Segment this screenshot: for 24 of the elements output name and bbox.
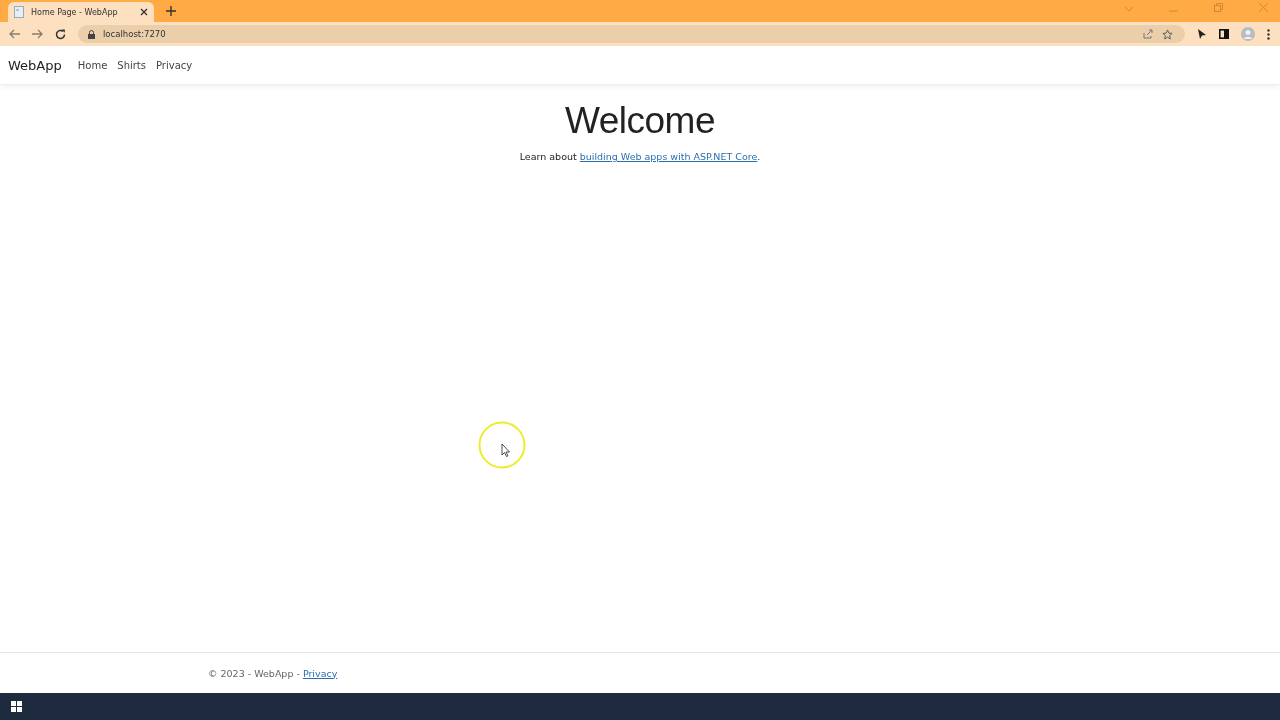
close-icon[interactable]: [140, 8, 148, 16]
lock-icon: [88, 29, 95, 39]
forward-icon[interactable]: [32, 29, 43, 39]
reload-icon[interactable]: [55, 28, 66, 40]
nav-link[interactable]: Shirts: [117, 59, 146, 71]
footer-text: © 2023 - WebApp - Privacy: [208, 667, 338, 679]
menu-icon[interactable]: [1267, 28, 1270, 40]
start-icon[interactable]: [11, 701, 22, 712]
page-icon: [14, 6, 24, 18]
intro-text: Learn about building Web apps with ASP.NET Core.: [519, 151, 761, 162]
tab-title: Home Page - WebApp: [31, 7, 119, 17]
cursor-icon: [478, 421, 526, 469]
share-icon[interactable]: [1143, 29, 1154, 39]
new-tab-icon[interactable]: [166, 6, 176, 16]
browser-tab[interactable]: Home Page - WebApp: [8, 2, 154, 22]
nav-link[interactable]: Privacy: [156, 59, 193, 71]
nav-link[interactable]: Home: [77, 59, 108, 71]
brand-link[interactable]: WebApp: [8, 57, 62, 73]
star-icon[interactable]: [1162, 28, 1173, 40]
welcome-heading: Welcome: [565, 100, 715, 142]
sidebar-icon[interactable]: [1219, 29, 1229, 39]
back-icon[interactable]: [9, 29, 20, 39]
privacy-link[interactable]: Privacy: [302, 667, 338, 679]
address-bar[interactable]: localhost:7270: [78, 25, 1185, 43]
